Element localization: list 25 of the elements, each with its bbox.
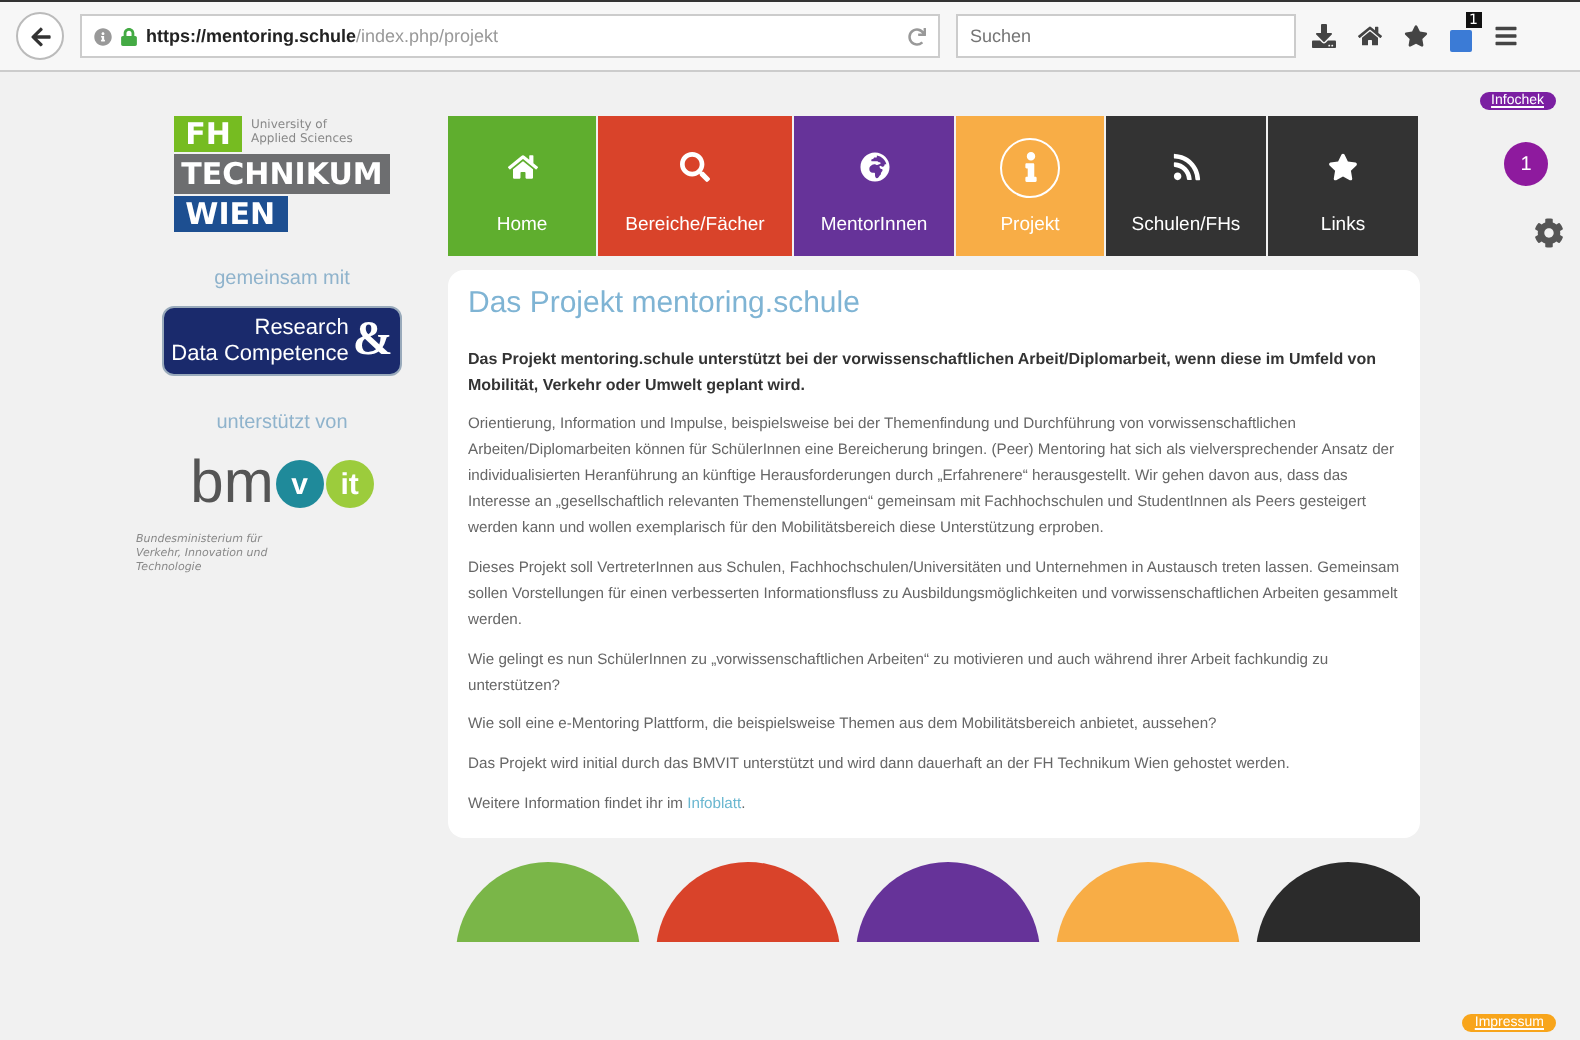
url-text: https://mentoring.schule/index.php/projekt: [146, 26, 499, 46]
partner-label: gemeinsam mit: [214, 268, 350, 290]
home-icon[interactable]: [1358, 24, 1382, 48]
back-button[interactable]: [16, 12, 64, 60]
address-bar[interactable]: https://mentoring.schule/index.php/projekt: [80, 14, 940, 58]
search-field[interactable]: Suchen: [956, 14, 1296, 58]
nav-tile[interactable]: Schulen/FHs: [1106, 116, 1266, 256]
settings-icon[interactable]: [1534, 218, 1564, 248]
nav-tile[interactable]: MentorInnen: [794, 116, 954, 256]
sponsor-logo: bm v it: [190, 450, 374, 518]
nav-tile[interactable]: Bereiche/Fächer: [598, 116, 792, 256]
reload-icon[interactable]: [908, 27, 926, 45]
nav-tile[interactable]: Links: [1268, 116, 1418, 256]
download-icon[interactable]: [1312, 24, 1336, 48]
article-title: Das Projekt mentoring.schule: [468, 286, 862, 320]
lock-icon: [120, 27, 138, 45]
extension-icon[interactable]: [1450, 29, 1472, 51]
lead-paragraph: Das Projekt mentoring.schule unterstützt bei der vorwissenschaftlichen Arbeit/Diplomarbeit, wenn diese im Umfeld von Mobilität, Verkehr oder Umwelt geplant wird.: [468, 348, 1379, 399]
info-icon: [1000, 137, 1060, 197]
bookmark-star-icon[interactable]: [1404, 24, 1428, 48]
info-icon: [94, 27, 112, 45]
menu-icon[interactable]: [1494, 24, 1518, 48]
back-arrow-icon: [29, 25, 51, 47]
count-badge: 1: [1504, 142, 1548, 186]
sponsor-label: unterstützt von: [216, 412, 348, 434]
